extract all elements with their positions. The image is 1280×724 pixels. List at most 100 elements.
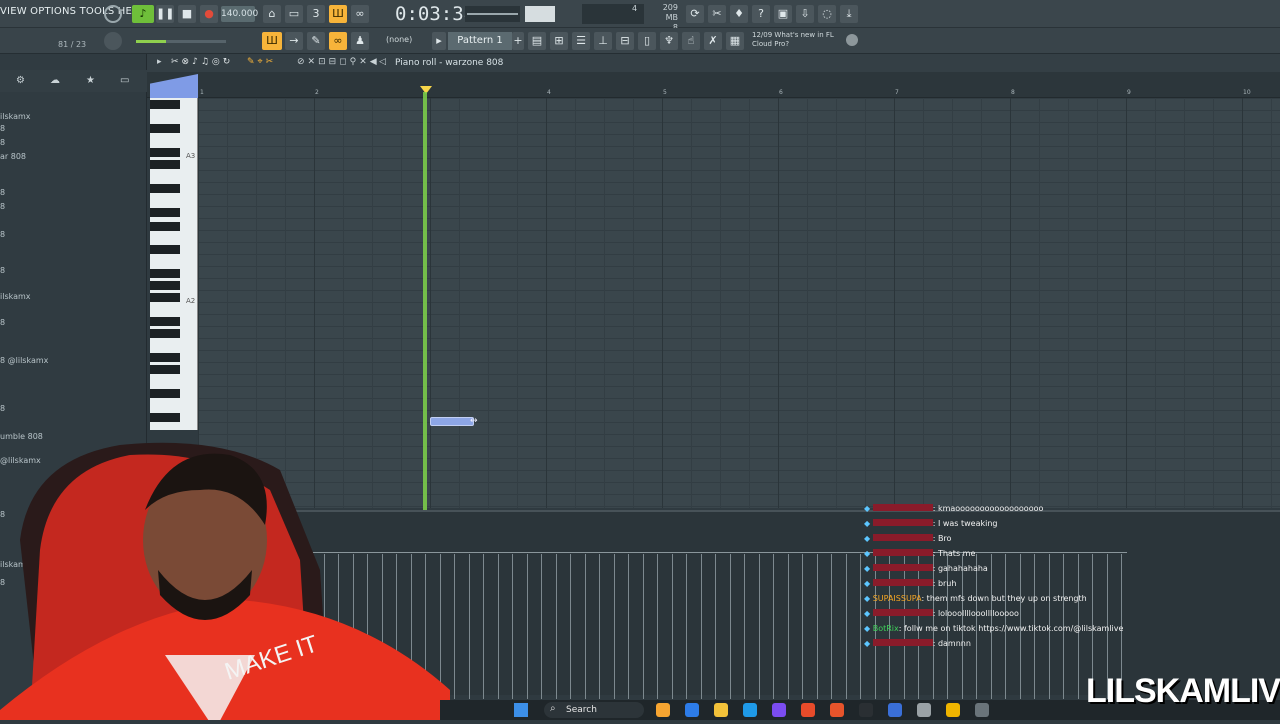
mixer-icon[interactable]: ⊥ bbox=[594, 32, 612, 50]
velocity-bar[interactable] bbox=[759, 554, 760, 699]
microphone-icon[interactable]: ♦ bbox=[730, 5, 748, 23]
browser-item[interactable]: 8 bbox=[0, 266, 5, 275]
black-key[interactable] bbox=[150, 413, 180, 422]
black-key[interactable] bbox=[150, 222, 180, 231]
pattern-selector[interactable]: Pattern 1 bbox=[448, 32, 512, 50]
master-volume-knob[interactable] bbox=[104, 5, 122, 23]
piano-roll-icon[interactable]: ⊞ bbox=[550, 32, 568, 50]
midi-note[interactable] bbox=[430, 417, 474, 426]
folder-icon[interactable]: ▭ bbox=[120, 75, 129, 86]
edge-icon[interactable] bbox=[685, 703, 699, 717]
brave-icon[interactable] bbox=[830, 703, 844, 717]
velocity-bar[interactable] bbox=[614, 554, 615, 699]
black-key[interactable] bbox=[150, 365, 180, 374]
velocity-bar[interactable] bbox=[628, 554, 629, 699]
browser-item[interactable]: ilskamx bbox=[0, 292, 31, 301]
black-key[interactable] bbox=[150, 124, 180, 133]
channel-rack-icon[interactable]: ☰ bbox=[572, 32, 590, 50]
velocity-bar[interactable] bbox=[802, 554, 803, 699]
piano-roll-menu-icon[interactable]: ▸ bbox=[157, 57, 162, 67]
touch-controller-icon[interactable]: ☝ bbox=[682, 32, 700, 50]
tempo-display[interactable]: 140.000 bbox=[221, 6, 258, 22]
discord-icon[interactable] bbox=[772, 703, 786, 717]
master-volume-slider[interactable] bbox=[136, 40, 226, 43]
black-key[interactable] bbox=[150, 100, 180, 109]
fl-studio-icon[interactable] bbox=[656, 703, 670, 717]
speaker-icon[interactable]: ◁ bbox=[379, 57, 386, 67]
cloud-icon[interactable]: ☁ bbox=[50, 75, 60, 86]
star-icon[interactable]: ★ bbox=[86, 75, 95, 86]
black-key[interactable] bbox=[150, 245, 180, 254]
app-icon[interactable] bbox=[946, 703, 960, 717]
save-icon[interactable]: ▣ bbox=[774, 5, 792, 23]
browser-icon[interactable]: ⊟ bbox=[616, 32, 634, 50]
velocity-bar[interactable] bbox=[469, 554, 470, 699]
velocity-bar[interactable] bbox=[454, 554, 455, 699]
obs-icon[interactable] bbox=[859, 703, 873, 717]
wait-input-icon[interactable]: ▭ bbox=[285, 5, 303, 23]
velocity-bar[interactable] bbox=[657, 554, 658, 699]
black-key[interactable] bbox=[150, 317, 180, 326]
browser-item[interactable]: 8 bbox=[0, 188, 5, 197]
velocity-bar[interactable] bbox=[831, 554, 832, 699]
play-button[interactable]: ❚❚ bbox=[156, 5, 174, 23]
song-mode-button[interactable]: ♪ bbox=[132, 5, 154, 23]
browser-item[interactable]: 8 @lilskamx bbox=[0, 356, 48, 365]
windows-start-icon[interactable] bbox=[514, 703, 528, 717]
playlist-icon[interactable]: Ш bbox=[262, 32, 282, 50]
velocity-bar[interactable] bbox=[541, 554, 542, 699]
velocity-bar[interactable] bbox=[817, 554, 818, 699]
main-menu[interactable]: VIEW OPTIONS TOOLS HELP bbox=[0, 6, 144, 17]
velocity-bar[interactable] bbox=[599, 554, 600, 699]
step-edit-icon[interactable]: Ш bbox=[329, 5, 347, 23]
loop-record-icon[interactable]: ∞ bbox=[351, 5, 369, 23]
velocity-bar[interactable] bbox=[512, 554, 513, 699]
black-key[interactable] bbox=[150, 329, 180, 338]
pattern-prev-icon[interactable]: ▸ bbox=[432, 32, 446, 50]
velocity-bar[interactable] bbox=[643, 554, 644, 699]
velocity-bar[interactable] bbox=[788, 554, 789, 699]
edit-tools[interactable]: ⊘✕⊡⊟◻⚲✕◀ bbox=[297, 57, 380, 67]
stamp-icon[interactable]: ♟ bbox=[351, 32, 369, 50]
velocity-bar[interactable] bbox=[773, 554, 774, 699]
black-key[interactable] bbox=[150, 184, 180, 193]
refresh-icon[interactable]: ⟳ bbox=[686, 5, 704, 23]
download-icon[interactable]: ⤓ bbox=[840, 5, 858, 23]
draw-tools[interactable]: ✎⌖✂ bbox=[247, 57, 276, 67]
browser-item[interactable]: 8 bbox=[0, 404, 5, 413]
gear-icon[interactable]: ⚙ bbox=[16, 75, 25, 86]
piano-roll-tools[interactable]: ✂⊗♪♫◎↻ bbox=[171, 57, 233, 67]
record-button[interactable]: ● bbox=[200, 5, 218, 23]
black-key[interactable] bbox=[150, 389, 180, 398]
velocity-bar[interactable] bbox=[730, 554, 731, 699]
piano-keyboard[interactable] bbox=[150, 98, 198, 430]
velocity-bar[interactable] bbox=[483, 554, 484, 699]
link-icon[interactable]: ∞ bbox=[329, 32, 347, 50]
velocity-bar[interactable] bbox=[860, 554, 861, 699]
browser-item[interactable]: ilskamx bbox=[0, 112, 31, 121]
stop-button[interactable]: ■ bbox=[178, 5, 196, 23]
velocity-bar[interactable] bbox=[686, 554, 687, 699]
snap-selector[interactable]: (none) bbox=[386, 35, 412, 44]
news-panel[interactable]: 12/09 What's new in FL Cloud Pro? bbox=[752, 31, 842, 49]
help-icon[interactable]: ? bbox=[752, 5, 770, 23]
browser-item[interactable]: ar 808 bbox=[0, 152, 26, 161]
resolution-icon[interactable] bbox=[975, 703, 989, 717]
countdown-icon[interactable]: 3 bbox=[307, 5, 325, 23]
black-key[interactable] bbox=[150, 208, 180, 217]
black-key[interactable] bbox=[150, 269, 180, 278]
black-key[interactable] bbox=[150, 353, 180, 362]
browser-item[interactable]: 8 bbox=[0, 318, 5, 327]
velocity-bar[interactable] bbox=[672, 554, 673, 699]
velocity-bar[interactable] bbox=[570, 554, 571, 699]
folder-icon[interactable] bbox=[714, 703, 728, 717]
velocity-bar[interactable] bbox=[556, 554, 557, 699]
export-icon[interactable]: ⇩ bbox=[796, 5, 814, 23]
news-icon[interactable]: ▦ bbox=[726, 32, 744, 50]
steam-icon[interactable] bbox=[888, 703, 902, 717]
chat-icon[interactable]: ◌ bbox=[818, 5, 836, 23]
app-icon[interactable] bbox=[801, 703, 815, 717]
velocity-bar[interactable] bbox=[527, 554, 528, 699]
black-key[interactable] bbox=[150, 281, 180, 290]
browser-item[interactable]: 8 bbox=[0, 138, 5, 147]
